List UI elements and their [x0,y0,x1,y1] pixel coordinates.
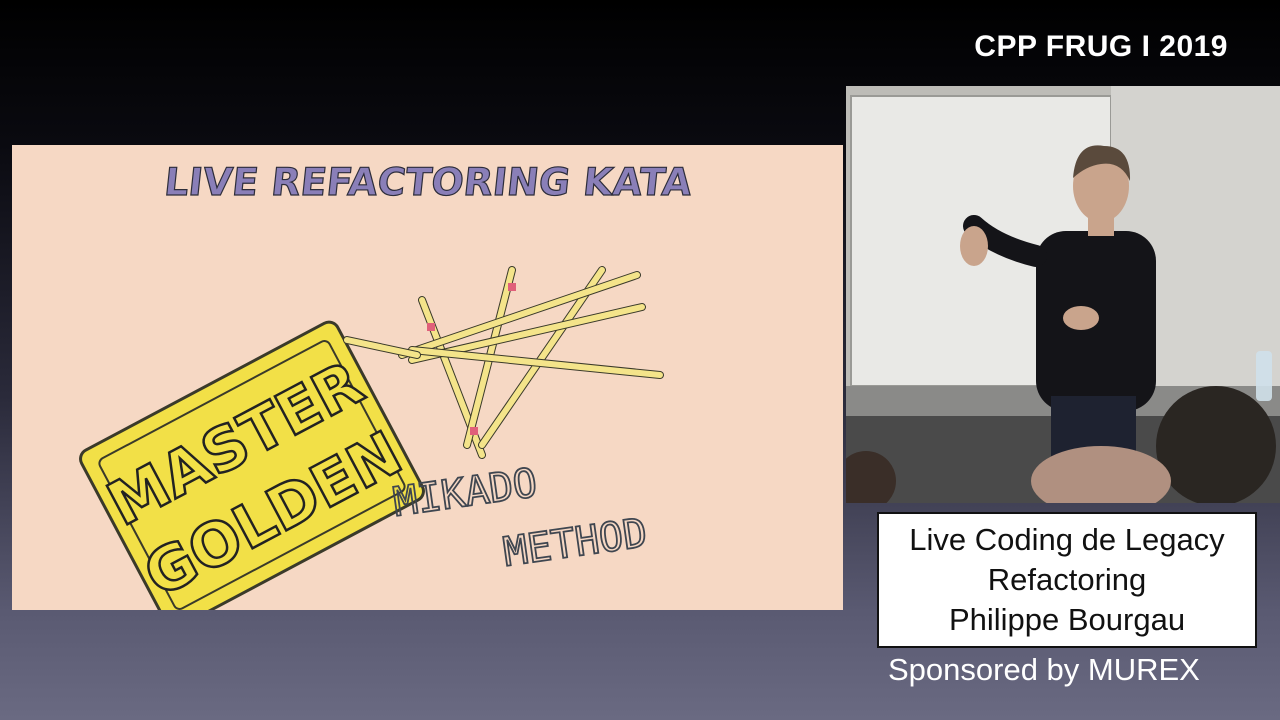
stamp-graphic: MASTER GOLDEN [79,320,425,610]
speaker-camera-feed [846,86,1280,503]
event-label: CPP FRUG I 2019 [974,30,1228,63]
sponsor-text: Sponsored by MUREX [888,652,1200,687]
mikado-sticks [343,266,664,459]
method-line2: METHOD [501,510,650,576]
presentation-slide: LIVE REFACTORING KATA MASTER GOLDEN MIKA… [12,145,843,610]
water-bottle [1256,351,1272,401]
talk-caption-box: Live Coding de Legacy Refactoring Philip… [877,512,1257,648]
slide-title: LIVE REFACTORING KATA [162,160,694,204]
talk-title-line2: Refactoring [987,562,1147,597]
audience-head [1156,386,1276,503]
talk-title-line1: Live Coding de Legacy [909,522,1225,557]
speaker-name: Philippe Bourgau [948,602,1186,637]
